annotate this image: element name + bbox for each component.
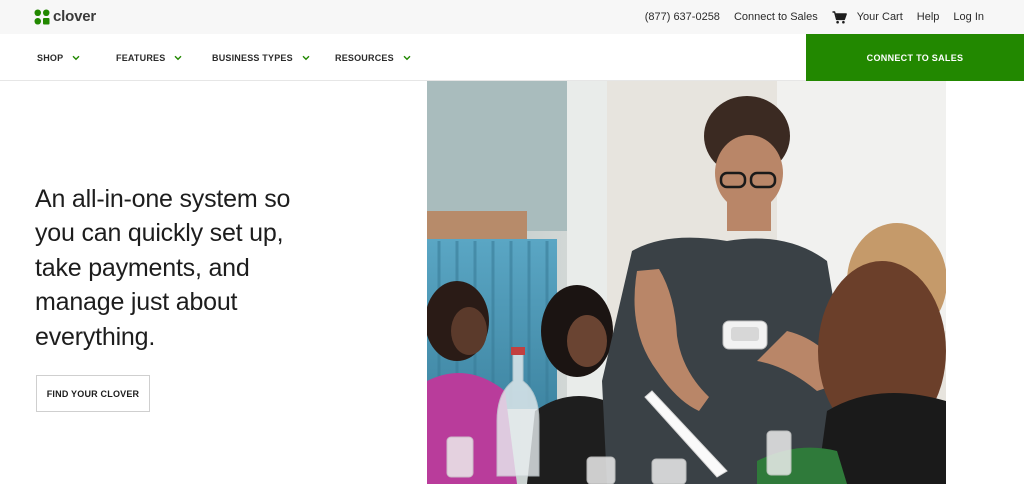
login-link[interactable]: Log In [953, 11, 984, 23]
nav-resources-label: RESOURCES [335, 52, 394, 63]
utility-links: (877) 637-0258 Connect to Sales Your Car… [645, 0, 984, 34]
chevron-down-icon [302, 55, 310, 60]
connect-to-sales-button[interactable]: CONNECT TO SALES [806, 34, 1024, 81]
nav-features-label: FEATURES [116, 52, 166, 63]
chevron-down-icon [403, 55, 411, 60]
nav-shop-label: SHOP [37, 52, 64, 63]
chevron-down-icon [174, 55, 182, 60]
main-navigation: SHOP FEATURES BUSINESS TYPES RESOURCES C… [0, 34, 1024, 81]
page-margin [946, 81, 1024, 484]
help-link[interactable]: Help [917, 11, 940, 23]
phone-link[interactable]: (877) 637-0258 [645, 11, 720, 23]
nav-resources[interactable]: RESOURCES [335, 34, 411, 81]
restaurant-scene-image [427, 81, 946, 484]
chevron-down-icon [72, 55, 80, 60]
cart-link[interactable]: Your Cart [832, 10, 903, 24]
hero-photo [427, 81, 946, 484]
hero-headline: An all-in-one system so you can quickly … [35, 185, 291, 351]
nav-business-types-label: BUSINESS TYPES [212, 52, 293, 63]
nav-shop[interactable]: SHOP [37, 34, 80, 81]
find-your-clover-button[interactable]: FIND YOUR CLOVER [36, 375, 150, 412]
cart-label: Your Cart [856, 11, 903, 23]
clover-logo[interactable]: clover [34, 8, 96, 25]
utility-bar: clover (877) 637-0258 Connect to Sales Y… [0, 0, 1024, 34]
connect-to-sales-link[interactable]: Connect to Sales [734, 11, 818, 23]
shopping-cart-icon [832, 10, 847, 23]
nav-business-types[interactable]: BUSINESS TYPES [212, 34, 310, 81]
brand-name: clover [53, 8, 96, 25]
clover-leaf-icon [34, 9, 50, 24]
nav-features[interactable]: FEATURES [116, 34, 182, 81]
